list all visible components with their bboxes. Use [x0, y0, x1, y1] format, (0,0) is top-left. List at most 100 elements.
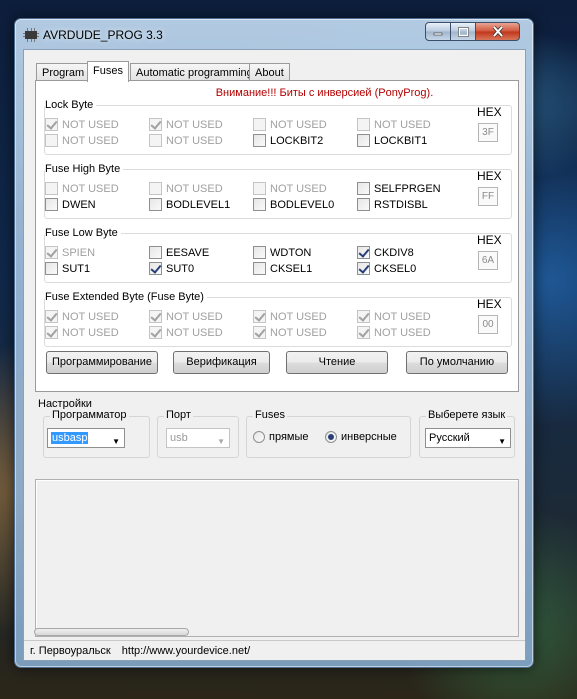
maximize-icon	[457, 26, 469, 37]
fuse-checkbox[interactable]: BODLEVEL1	[149, 198, 230, 211]
fuse-checkbox[interactable]: CKSEL1	[253, 262, 312, 275]
fuse-label: NOT USED	[62, 326, 119, 339]
settings-group: Настройки Программатор usbasp ▼ Порт usb…	[35, 398, 519, 476]
group-title: Lock Byte	[45, 99, 97, 111]
port-select[interactable]: usb ▼	[166, 428, 230, 448]
fuse-checkbox[interactable]: NOT USED	[357, 326, 431, 339]
fuse-label: SELFPRGEN	[374, 182, 441, 195]
fuse-checkbox[interactable]: NOT USED	[149, 182, 223, 195]
programmer-select[interactable]: usbasp ▼	[47, 428, 125, 448]
default-button[interactable]: По умолчанию	[406, 351, 508, 374]
fuse-checkbox[interactable]: LOCKBIT2	[253, 134, 323, 147]
checkbox-box	[253, 198, 266, 211]
checkbox-box	[45, 198, 58, 211]
fuse-label: SPIEN	[62, 246, 96, 259]
checkbox-box	[149, 262, 162, 275]
chevron-down-icon: ▼	[217, 437, 225, 446]
title-bar[interactable]: AVRDUDE_PROG 3.3	[15, 19, 533, 49]
fuse-checkbox[interactable]: CKSEL0	[357, 262, 416, 275]
port-value: usb	[170, 432, 188, 444]
window-client: Program Fuses Automatic programming Abou…	[23, 49, 526, 661]
status-bar: г. Первоуральск http://www.yourdevice.ne…	[24, 640, 525, 660]
fuse-checkbox[interactable]: NOT USED	[253, 310, 327, 323]
fuse-checkbox[interactable]: SUT0	[149, 262, 194, 275]
minimize-button[interactable]	[425, 22, 451, 41]
fuse-checkbox[interactable]: RSTDISBL	[357, 198, 428, 211]
language-box: Выберете язык Русский ▼	[419, 409, 515, 458]
checkbox-box	[149, 182, 162, 195]
group-lock-byte: Lock Byte HEX 3F NOT USED NOT USED NOT U…	[44, 99, 512, 155]
hex-value: 3F	[478, 123, 498, 142]
fuse-label: NOT USED	[166, 310, 223, 323]
tab-about[interactable]: About	[249, 63, 290, 81]
checkbox-box	[149, 310, 162, 323]
fuse-checkbox[interactable]: EESAVE	[149, 246, 209, 259]
fuse-checkbox[interactable]: NOT USED	[357, 118, 431, 131]
radio-direct[interactable]: прямые	[253, 431, 309, 443]
fuse-label: NOT USED	[270, 310, 327, 323]
log-area[interactable]	[35, 479, 519, 637]
checkbox-box	[357, 198, 370, 211]
fuse-label: NOT USED	[166, 326, 223, 339]
chevron-down-icon: ▼	[498, 437, 506, 446]
fuse-label: NOT USED	[166, 182, 223, 195]
fuse-checkbox[interactable]: NOT USED	[253, 118, 327, 131]
fuse-checkbox[interactable]: CKDIV8	[357, 246, 414, 259]
hex-label: HEX	[477, 105, 502, 119]
fuse-label: SUT1	[62, 262, 91, 275]
programmer-value: usbasp	[51, 432, 89, 444]
maximize-button[interactable]	[450, 22, 476, 41]
group-title: Fuse Extended Byte (Fuse Byte)	[45, 291, 207, 303]
program-button[interactable]: Программирование	[46, 351, 158, 374]
fuse-checkbox[interactable]: NOT USED	[45, 134, 119, 147]
fuse-checkbox[interactable]: NOT USED	[45, 118, 119, 131]
language-select[interactable]: Русский ▼	[425, 428, 511, 448]
fuse-checkbox[interactable]: SELFPRGEN	[357, 182, 441, 195]
radio-direct-label: прямые	[269, 431, 309, 443]
hex-label: HEX	[477, 297, 502, 311]
fuse-checkbox[interactable]: NOT USED	[253, 182, 327, 195]
fuse-checkbox[interactable]: WDTON	[253, 246, 311, 259]
fuse-checkbox[interactable]: SPIEN	[45, 246, 95, 259]
fuse-checkbox[interactable]: NOT USED	[357, 310, 431, 323]
fuses-mode-label: Fuses	[253, 409, 287, 421]
inversion-warning: Внимание!!! Биты с инверсией (PonyProg).	[215, 87, 434, 99]
tab-program[interactable]: Program	[36, 63, 91, 81]
fuse-checkbox[interactable]: BODLEVEL0	[253, 198, 334, 211]
programmer-box: Программатор usbasp ▼	[43, 409, 150, 458]
fuse-checkbox[interactable]: DWEN	[45, 198, 96, 211]
fuse-checkbox[interactable]: NOT USED	[45, 310, 119, 323]
app-icon	[23, 28, 39, 42]
close-button[interactable]	[475, 22, 520, 41]
tab-fuses[interactable]: Fuses	[87, 61, 129, 82]
verify-button[interactable]: Верификация	[173, 351, 270, 374]
fuse-checkbox[interactable]: LOCKBIT1	[357, 134, 427, 147]
fuse-label: NOT USED	[62, 310, 119, 323]
checkbox-box	[253, 134, 266, 147]
hex-value: FF	[478, 187, 498, 206]
checkbox-box	[45, 326, 58, 339]
radio-inverse[interactable]: инверсные	[325, 431, 397, 443]
checkbox-box	[45, 310, 58, 323]
fuse-checkbox[interactable]: NOT USED	[45, 326, 119, 339]
read-button[interactable]: Чтение	[286, 351, 388, 374]
fuse-checkbox[interactable]: NOT USED	[149, 310, 223, 323]
tab-automatic-programming[interactable]: Automatic programming	[130, 63, 259, 81]
checkbox-box	[45, 246, 58, 259]
group-title: Fuse Low Byte	[45, 227, 121, 239]
horizontal-scrollbar[interactable]	[34, 628, 189, 636]
hex-label: HEX	[477, 233, 502, 247]
fuse-label: LOCKBIT2	[270, 134, 324, 147]
checkbox-box	[357, 182, 370, 195]
fuse-checkbox[interactable]: SUT1	[45, 262, 90, 275]
checkbox-box	[357, 262, 370, 275]
fuse-checkbox[interactable]: NOT USED	[149, 134, 223, 147]
checkbox-box	[149, 326, 162, 339]
fuse-checkbox[interactable]: NOT USED	[45, 182, 119, 195]
fuse-label: NOT USED	[374, 310, 431, 323]
fuse-checkbox[interactable]: NOT USED	[253, 326, 327, 339]
fuse-checkbox[interactable]: NOT USED	[149, 118, 223, 131]
checkbox-box	[149, 198, 162, 211]
fuse-label: WDTON	[270, 246, 312, 259]
fuse-checkbox[interactable]: NOT USED	[149, 326, 223, 339]
